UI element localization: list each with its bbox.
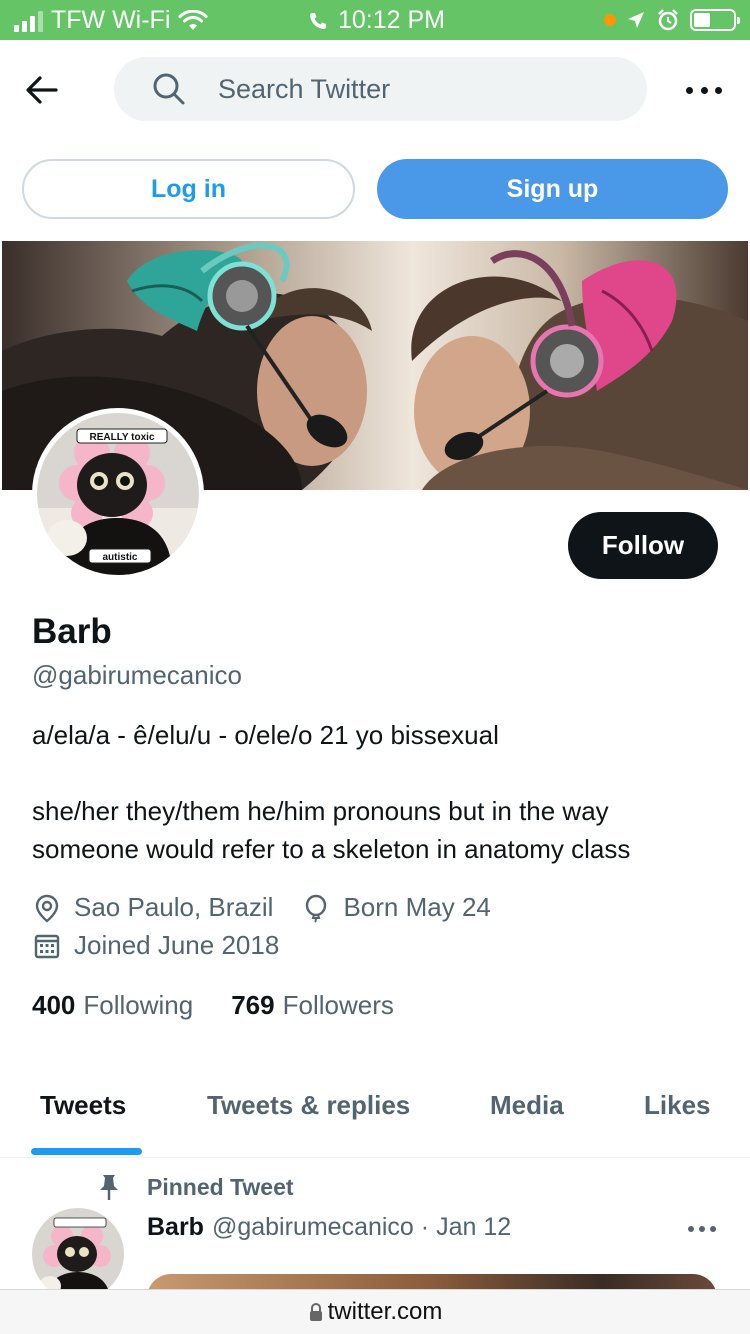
tweet-author-handle[interactable]: @gabirumecanico [212,1213,414,1241]
profile-bio: a/ela/a - ê/elu/u - o/ele/o 21 yo bissex… [32,716,722,906]
active-tab-indicator [31,1148,142,1155]
browser-url-bar[interactable]: twitter.com [0,1289,750,1334]
tab-media[interactable]: Media [490,1090,564,1121]
tab-tweets-replies[interactable]: Tweets & replies [207,1090,410,1121]
location-icon [628,12,644,28]
location-item: Sao Paulo, Brazil [32,892,273,923]
profile-handle: @gabirumecanico [32,660,242,690]
more-options-icon[interactable] [686,78,722,102]
url-text: twitter.com [327,1298,443,1325]
tweet-more-icon[interactable] [688,1224,716,1234]
profile-avatar[interactable]: REALLY toxic autistic [32,408,204,580]
privacy-indicator-icon [604,14,616,26]
following-label: Following [83,990,194,1020]
search-bar[interactable] [114,57,647,121]
status-left: TFW Wi-Fi [14,6,208,35]
avatar-caption-bottom: autistic [102,552,137,563]
balloon-icon [306,894,327,923]
signup-button[interactable]: Sign up [377,159,728,219]
follow-button[interactable]: Follow [568,512,718,579]
battery-icon [690,9,740,31]
carrier-name: TFW Wi-Fi [51,6,171,34]
search-input[interactable] [218,73,598,105]
alarm-icon [658,9,678,31]
pinned-tweet-label: Pinned Tweet [147,1174,294,1200]
birthday-text: Born May 24 [343,892,491,922]
joined-item: Joined June 2018 [32,930,279,961]
birthday-item: Born May 24 [301,892,491,923]
tweet-separator: · [420,1213,430,1241]
profile-tabs: Tweets Tweets & replies Media Likes [0,1078,750,1158]
tweet-avatar-image [32,1208,124,1300]
status-right [604,8,740,32]
login-button[interactable]: Log in [22,159,355,219]
followers-stat[interactable]: 769 Followers [231,990,394,1021]
location-pin-icon [35,894,59,923]
profile-meta-row: Joined June 2018 [32,930,307,961]
profile-name: Barb [32,612,112,651]
followers-label: Followers [282,990,394,1020]
followers-count: 769 [231,990,275,1020]
lock-icon [309,1302,322,1321]
status-center: 10:12 PM [308,6,445,35]
wifi-icon [178,9,208,30]
status-bar: TFW Wi-Fi 10:12 PM [0,0,750,40]
tweet-author-name[interactable]: Barb [147,1213,204,1241]
tab-tweets[interactable]: Tweets [40,1090,126,1121]
joined-text: Joined June 2018 [74,930,280,960]
following-stat[interactable]: 400 Following [32,990,193,1021]
avatar-caption-top: REALLY toxic [89,432,154,443]
tweet-date[interactable]: Jan 12 [436,1213,511,1241]
avatar-image: REALLY toxic autistic [37,413,199,575]
profile-meta-row: Sao Paulo, Brazil Born May 24 [32,892,519,923]
search-icon [153,73,185,105]
back-arrow-icon[interactable] [24,72,60,108]
bio-line: she/her they/them he/him pronouns but in… [32,796,631,864]
follow-stats: 400 Following 769 Followers [32,990,394,1021]
location-text: Sao Paulo, Brazil [74,892,274,922]
tweet-header: Barb @gabirumecanico · Jan 12 [147,1213,511,1242]
following-count: 400 [32,990,76,1020]
bio-line: a/ela/a - ê/elu/u - o/ele/o 21 yo bissex… [32,720,499,750]
clock-time: 10:12 PM [338,6,446,34]
signal-icon [14,10,43,32]
pin-icon [100,1175,118,1200]
tweet-avatar[interactable] [32,1208,124,1300]
calendar-icon [34,934,60,958]
tab-likes[interactable]: Likes [644,1090,711,1121]
phone-icon [310,12,326,29]
